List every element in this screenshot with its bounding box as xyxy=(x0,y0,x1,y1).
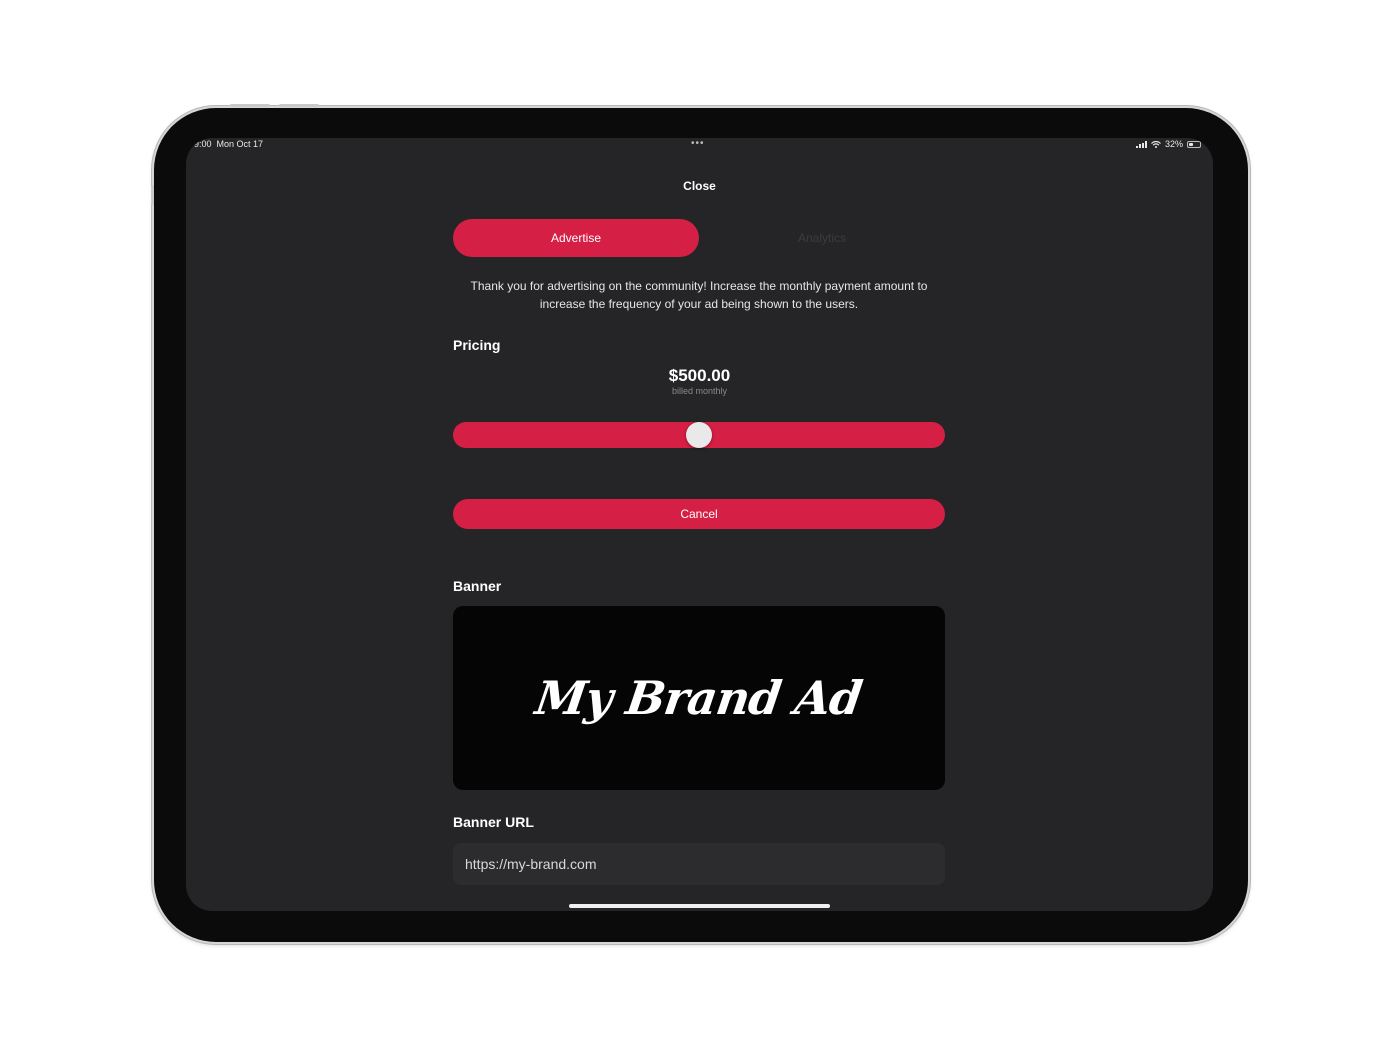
battery-icon xyxy=(1187,140,1201,148)
home-indicator[interactable] xyxy=(569,904,830,908)
status-indicators: 32% xyxy=(1135,139,1201,149)
status-bar: 9:00 Mon Oct 17 ••• 32% xyxy=(186,138,1213,152)
close-button[interactable]: Close xyxy=(186,179,1213,193)
banner-ad-text: My Brand Ad xyxy=(532,671,866,725)
banner-url-input[interactable] xyxy=(453,843,945,885)
price-amount: $500.00 xyxy=(668,366,731,385)
status-clock: 9:00 xyxy=(194,139,212,149)
cancel-button[interactable]: Cancel xyxy=(453,499,945,529)
status-time: 9:00 Mon Oct 17 xyxy=(194,139,263,149)
banner-url-label: Banner URL xyxy=(453,814,534,830)
wifi-icon xyxy=(1151,140,1161,148)
pricing-slider[interactable] xyxy=(453,422,945,448)
battery-percent: 32% xyxy=(1164,139,1183,149)
tab-advertise[interactable]: Advertise xyxy=(453,219,699,257)
app-screen: 9:00 Mon Oct 17 ••• 32% Close Advertise … xyxy=(186,138,1213,911)
signal-icon xyxy=(1135,140,1147,148)
device-side-button xyxy=(151,185,154,205)
device-top-button xyxy=(230,104,270,107)
device-top-button xyxy=(279,104,319,107)
banner-preview[interactable]: My Brand Ad xyxy=(453,606,945,790)
billing-note: billed monthly xyxy=(671,386,728,396)
pricing-label: Pricing xyxy=(453,337,501,353)
banner-label: Banner xyxy=(453,578,502,594)
slider-thumb[interactable] xyxy=(686,422,712,448)
tab-analytics[interactable]: Analytics xyxy=(699,219,945,257)
status-date: Mon Oct 17 xyxy=(216,139,264,149)
advertise-description: Thank you for advertising on the communi… xyxy=(470,279,928,311)
multitask-dots-icon[interactable]: ••• xyxy=(691,138,705,149)
